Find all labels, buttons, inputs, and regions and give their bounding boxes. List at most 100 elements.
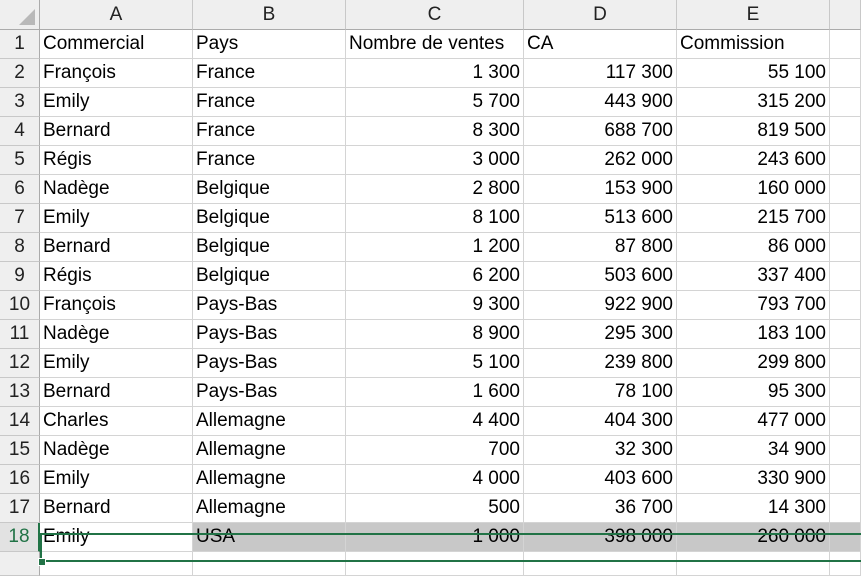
cell-b11[interactable]: Pays-Bas [193,320,346,349]
cell-f1[interactable] [830,30,861,59]
cell-f14[interactable] [830,407,861,436]
cell-a17[interactable]: Bernard [40,494,193,523]
cell-a5[interactable]: Régis [40,146,193,175]
cell-b17[interactable]: Allemagne [193,494,346,523]
cell-c3[interactable]: 5 700 [346,88,524,117]
cell-b15[interactable]: Allemagne [193,436,346,465]
cell-a2[interactable]: François [40,59,193,88]
row-header[interactable]: 12 [0,349,40,378]
empty-cell[interactable] [193,552,346,576]
cell-f7[interactable] [830,204,861,233]
cell-c9[interactable]: 6 200 [346,262,524,291]
row-header[interactable]: 2 [0,59,40,88]
row-header[interactable]: 4 [0,117,40,146]
cell-c10[interactable]: 9 300 [346,291,524,320]
empty-cell[interactable] [346,552,524,576]
cell-e13[interactable]: 95 300 [677,378,830,407]
cell-e15[interactable]: 34 900 [677,436,830,465]
cell-a3[interactable]: Emily [40,88,193,117]
cell-d18[interactable]: 398 000 [524,523,677,552]
cell-e6[interactable]: 160 000 [677,175,830,204]
cell-e11[interactable]: 183 100 [677,320,830,349]
empty-cell[interactable] [830,552,861,576]
cell-c8[interactable]: 1 200 [346,233,524,262]
cell-f9[interactable] [830,262,861,291]
row-header[interactable]: 10 [0,291,40,320]
cell-f8[interactable] [830,233,861,262]
cell-d13[interactable]: 78 100 [524,378,677,407]
cell-d11[interactable]: 295 300 [524,320,677,349]
cell-b5[interactable]: France [193,146,346,175]
row-header[interactable]: 7 [0,204,40,233]
cell-a7[interactable]: Emily [40,204,193,233]
cell-f11[interactable] [830,320,861,349]
cell-b6[interactable]: Belgique [193,175,346,204]
row-header[interactable]: 18 [0,523,40,552]
cell-d6[interactable]: 153 900 [524,175,677,204]
row-header[interactable]: 16 [0,465,40,494]
cell-b3[interactable]: France [193,88,346,117]
cell-c6[interactable]: 2 800 [346,175,524,204]
cell-d2[interactable]: 117 300 [524,59,677,88]
cell-a18[interactable]: Emily [40,523,193,552]
cell-b12[interactable]: Pays-Bas [193,349,346,378]
cell-d1[interactable]: CA [524,30,677,59]
cell-f17[interactable] [830,494,861,523]
cell-c17[interactable]: 500 [346,494,524,523]
row-header[interactable]: 8 [0,233,40,262]
cell-e2[interactable]: 55 100 [677,59,830,88]
cell-b8[interactable]: Belgique [193,233,346,262]
cell-b4[interactable]: France [193,117,346,146]
column-header-f-partial[interactable] [830,0,861,30]
cell-a6[interactable]: Nadège [40,175,193,204]
cell-d3[interactable]: 443 900 [524,88,677,117]
row-header[interactable]: 5 [0,146,40,175]
cell-f16[interactable] [830,465,861,494]
cell-e16[interactable]: 330 900 [677,465,830,494]
cell-a9[interactable]: Régis [40,262,193,291]
row-header[interactable]: 9 [0,262,40,291]
cell-c14[interactable]: 4 400 [346,407,524,436]
cell-c11[interactable]: 8 900 [346,320,524,349]
cell-e14[interactable]: 477 000 [677,407,830,436]
cell-f4[interactable] [830,117,861,146]
column-header-b[interactable]: B [193,0,346,30]
cell-e17[interactable]: 14 300 [677,494,830,523]
cell-d14[interactable]: 404 300 [524,407,677,436]
cell-c16[interactable]: 4 000 [346,465,524,494]
cell-c13[interactable]: 1 600 [346,378,524,407]
cell-d16[interactable]: 403 600 [524,465,677,494]
cell-a10[interactable]: François [40,291,193,320]
cell-b2[interactable]: France [193,59,346,88]
cell-b7[interactable]: Belgique [193,204,346,233]
row-header[interactable]: 1 [0,30,40,59]
empty-cell[interactable] [40,552,193,576]
cell-c7[interactable]: 8 100 [346,204,524,233]
cell-f2[interactable] [830,59,861,88]
cell-b16[interactable]: Allemagne [193,465,346,494]
cell-c1[interactable]: Nombre de ventes [346,30,524,59]
column-header-e[interactable]: E [677,0,830,30]
cell-a13[interactable]: Bernard [40,378,193,407]
cell-a12[interactable]: Emily [40,349,193,378]
cell-c5[interactable]: 3 000 [346,146,524,175]
cell-a15[interactable]: Nadège [40,436,193,465]
cell-e8[interactable]: 86 000 [677,233,830,262]
column-header-c[interactable]: C [346,0,524,30]
cell-f15[interactable] [830,436,861,465]
row-header[interactable]: 15 [0,436,40,465]
cell-f6[interactable] [830,175,861,204]
cell-b14[interactable]: Allemagne [193,407,346,436]
row-header[interactable]: 17 [0,494,40,523]
column-header-a[interactable]: A [40,0,193,30]
cell-e12[interactable]: 299 800 [677,349,830,378]
fill-handle[interactable] [38,558,46,566]
cell-e5[interactable]: 243 600 [677,146,830,175]
cell-c15[interactable]: 700 [346,436,524,465]
cell-d4[interactable]: 688 700 [524,117,677,146]
row-header[interactable]: 14 [0,407,40,436]
cell-c18[interactable]: 1 000 [346,523,524,552]
cell-e3[interactable]: 315 200 [677,88,830,117]
row-header[interactable]: 6 [0,175,40,204]
row-header[interactable]: 3 [0,88,40,117]
